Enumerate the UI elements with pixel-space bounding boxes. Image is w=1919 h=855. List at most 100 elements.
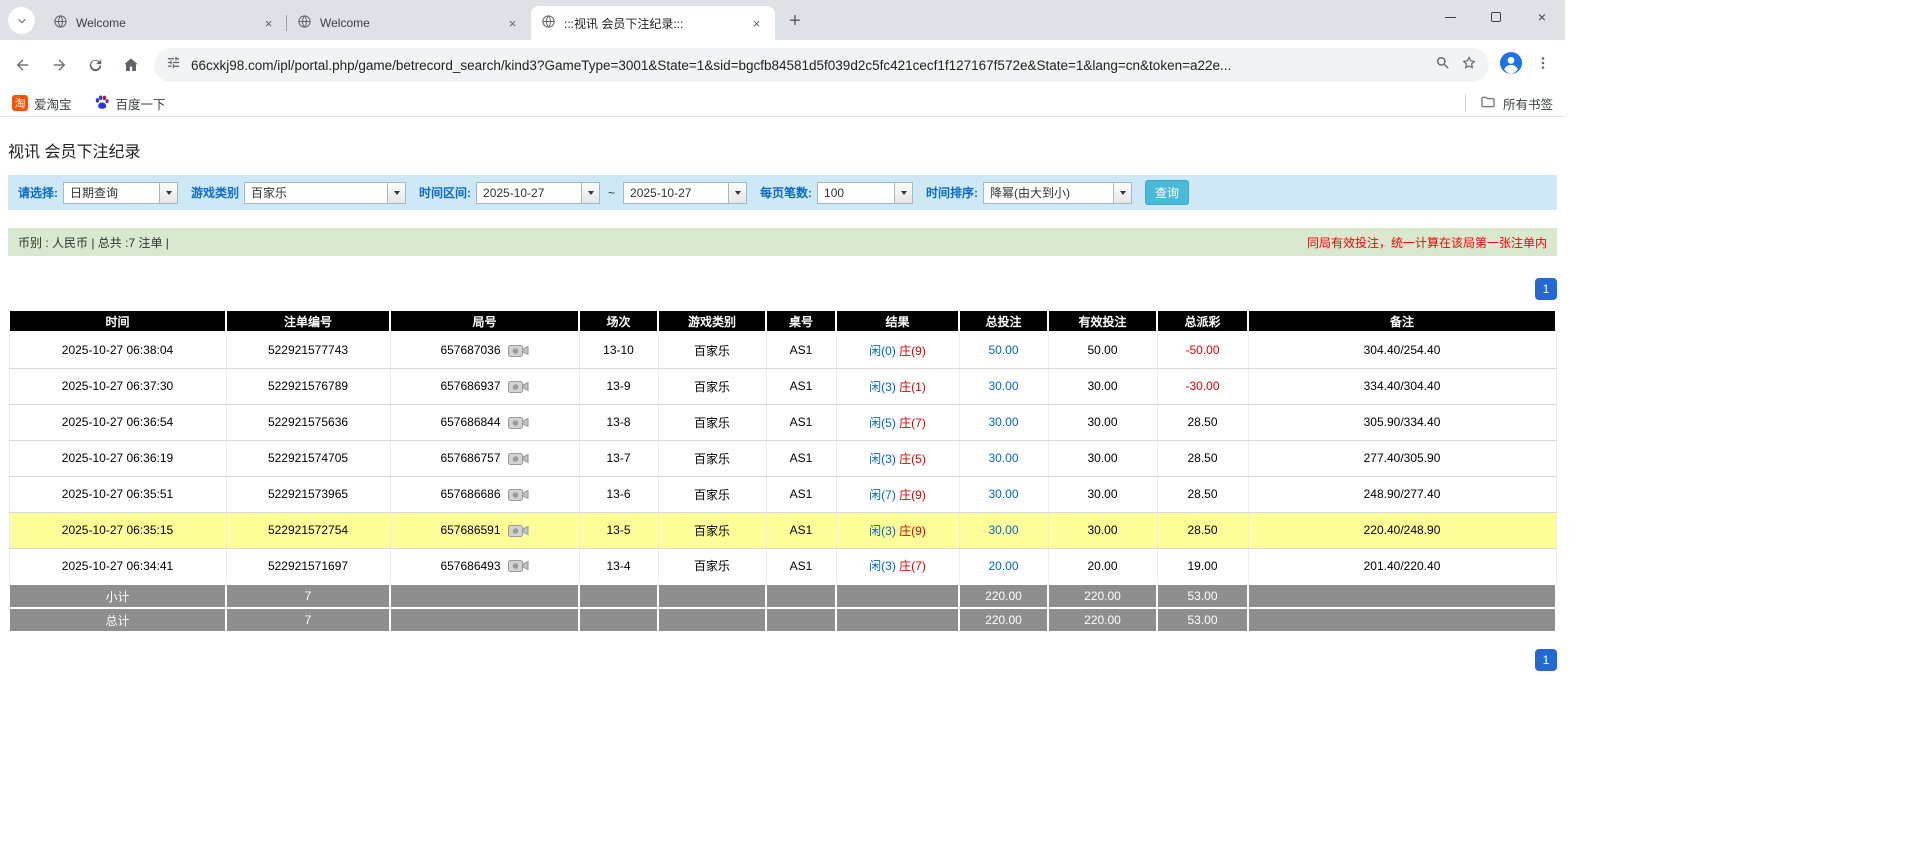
footer-count: 7 [226,584,390,608]
chevron-down-icon[interactable] [1113,183,1131,203]
video-camera-icon[interactable] [508,523,529,538]
browser-tab-welcome-1[interactable]: Welcome × [43,6,287,40]
game-type-dropdown[interactable]: 百家乐 [244,182,406,204]
chevron-down-icon[interactable] [728,183,746,203]
new-tab-button[interactable]: + [781,7,809,35]
cell-note: 277.40/305.90 [1248,440,1556,476]
query-button[interactable]: 查询 [1145,180,1189,205]
tab-close-icon[interactable]: × [260,15,277,32]
cell-total-bet: 20.00 [959,548,1048,584]
result-banker: 庄(7) [899,559,926,573]
maximize-icon [1491,12,1501,22]
total-bet-link[interactable]: 30.00 [988,379,1018,393]
video-camera-icon[interactable] [508,415,529,430]
sort-order-dropdown[interactable]: 降幂(由大到小) [983,182,1132,204]
result-player: 闲(3) [869,524,896,538]
date-to-picker[interactable]: 2025-10-27 [623,182,747,204]
cell-bet-id: 522921572754 [226,512,390,548]
bookmark-aitaobao[interactable]: 淘 爱淘宝 [12,94,72,113]
all-bookmarks[interactable]: 所有书签 [1465,94,1553,112]
cell-valid-bet: 20.00 [1048,548,1157,584]
chevron-down-icon[interactable] [387,183,405,203]
table-row: 2025-10-27 06:37:30522921576789657686937… [9,368,1556,404]
video-camera-icon[interactable] [508,379,529,394]
currency-summary: 币别 : 人民币 | 总共 :7 注单 | [18,234,169,251]
cell-note: 304.40/254.40 [1248,332,1556,368]
forward-button[interactable] [46,52,72,78]
cell-bet-id: 522921573965 [226,476,390,512]
total-bet-link[interactable]: 30.00 [988,415,1018,429]
video-camera-icon[interactable] [508,343,529,358]
video-camera-icon[interactable] [508,558,529,573]
range-separator: ~ [608,186,615,200]
page-number-button[interactable]: 1 [1535,649,1557,671]
cell-payout: -50.00 [1157,332,1248,368]
zoom-icon[interactable] [1435,55,1451,76]
cell-session: 13-6 [579,476,658,512]
reload-button[interactable] [82,52,108,78]
chevron-down-icon[interactable] [159,183,177,203]
tab-search-button[interactable] [8,7,35,34]
footer-count: 7 [226,608,390,632]
cell-game-type: 百家乐 [658,476,766,512]
total-bet-link[interactable]: 50.00 [988,343,1018,357]
table-row: 2025-10-27 06:34:41522921571697657686493… [9,548,1556,584]
cell-result: 闲(0) 庄(9) [836,332,959,368]
address-bar[interactable]: 66cxkj98.com/ipl/portal.php/game/betreco… [154,48,1489,82]
cell-round-id: 657686937 [390,368,579,404]
total-bet-link[interactable]: 30.00 [988,523,1018,537]
profile-avatar[interactable] [1499,51,1523,80]
total-bet-link[interactable]: 30.00 [988,451,1018,465]
chevron-down-icon[interactable] [581,183,599,203]
cell-table-no: AS1 [766,548,836,584]
video-camera-icon[interactable] [508,487,529,502]
all-bookmarks-label: 所有书签 [1503,94,1553,113]
cell-note: 220.40/248.90 [1248,512,1556,548]
cell-session: 13-7 [579,440,658,476]
back-button[interactable] [10,52,36,78]
globe-icon [53,14,68,32]
browser-tab-active[interactable]: :::视讯 会员下注纪录::: × [531,6,775,40]
cell-session: 13-4 [579,548,658,584]
browser-toolbar: 66cxkj98.com/ipl/portal.php/game/betreco… [0,40,1565,90]
site-info-icon[interactable] [166,55,181,75]
close-icon: × [1538,10,1546,24]
video-camera-icon[interactable] [508,451,529,466]
home-button[interactable] [118,52,144,78]
table-row: 2025-10-27 06:38:04522921577743657687036… [9,332,1556,368]
tab-close-icon[interactable]: × [504,15,521,32]
date-from-picker[interactable]: 2025-10-27 [476,182,600,204]
bookmark-baidu[interactable]: 百度一下 [94,94,166,113]
query-type-dropdown[interactable]: 日期查询 [63,182,178,204]
cell-valid-bet: 30.00 [1048,404,1157,440]
total-bet-link[interactable]: 20.00 [988,559,1018,573]
page-number-button[interactable]: 1 [1535,278,1557,300]
minimize-button[interactable] [1427,0,1473,34]
cell-result: 闲(3) 庄(9) [836,512,959,548]
footer-cell [766,608,836,632]
cell-result: 闲(5) 庄(7) [836,404,959,440]
browser-tab-welcome-2[interactable]: Welcome × [287,6,531,40]
cell-bet-id: 522921571697 [226,548,390,584]
footer-valid-bet: 220.00 [1048,608,1157,632]
cell-table-no: AS1 [766,404,836,440]
round-id: 657686937 [440,379,500,393]
maximize-button[interactable] [1473,0,1519,34]
tab-close-icon[interactable]: × [748,15,765,32]
table-header-row: 时间注单编号局号场次游戏类别桌号结果总投注有效投注总派彩备注 [9,310,1556,332]
cell-session: 13-5 [579,512,658,548]
close-button[interactable]: × [1519,0,1565,34]
back-icon [14,56,32,74]
menu-kebab-icon[interactable] [1535,55,1551,76]
column-header: 桌号 [766,310,836,332]
date-to-value: 2025-10-27 [624,183,728,203]
cell-result: 闲(3) 庄(5) [836,440,959,476]
cell-round-id: 657686844 [390,404,579,440]
bookmark-star-icon[interactable] [1461,55,1477,76]
cell-game-type: 百家乐 [658,332,766,368]
page-size-dropdown[interactable]: 100 [817,182,913,204]
tab-title: Welcome [76,16,252,30]
total-bet-link[interactable]: 30.00 [988,487,1018,501]
cell-bet-id: 522921575636 [226,404,390,440]
chevron-down-icon[interactable] [894,183,912,203]
